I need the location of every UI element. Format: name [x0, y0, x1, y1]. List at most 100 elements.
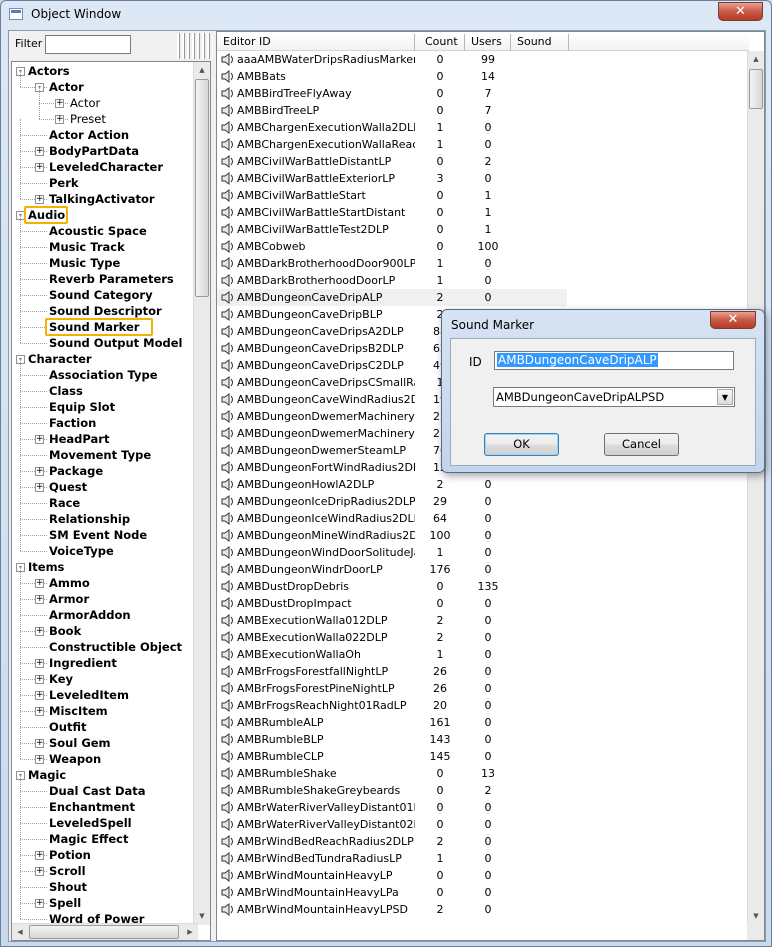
tree-item[interactable]: Relationship [49, 511, 130, 527]
tree-item[interactable]: Quest [49, 479, 87, 495]
tree-item[interactable]: Scroll [49, 863, 86, 879]
expand-icon[interactable]: + [35, 659, 44, 668]
table-row[interactable]: AMBBats 0 14 [217, 68, 749, 85]
tree-item[interactable]: LeveledItem [49, 687, 129, 703]
tree-item[interactable]: Sound Category [49, 287, 153, 303]
column-sound[interactable]: Sound [511, 34, 569, 51]
tree-item[interactable]: Key [49, 671, 73, 687]
list-scroll-thumb[interactable] [749, 69, 763, 109]
tree-item[interactable]: MiscItem [49, 703, 108, 719]
table-row[interactable]: AMBrWaterRiverValleyDistant02LP 0 0 [217, 816, 749, 833]
expand-icon[interactable]: + [35, 195, 44, 204]
close-button[interactable]: ✕ [718, 2, 763, 21]
table-row[interactable]: AMBrWindMountainHeavyLPa 0 0 [217, 884, 749, 901]
table-row[interactable]: AMBrFrogsForestPineNightLP 26 0 [217, 680, 749, 697]
table-row[interactable]: AMBDungeonWindrDoorLP 176 0 [217, 561, 749, 578]
tree-item[interactable]: Actor [70, 95, 100, 111]
column-count[interactable]: Count [415, 34, 465, 51]
tree-item[interactable]: Magic [28, 767, 66, 783]
tree-item[interactable]: Ammo [49, 575, 90, 591]
splitter-grip[interactable] [177, 33, 213, 59]
table-row[interactable]: AMBExecutionWalla022DLP 2 0 [217, 629, 749, 646]
expand-icon[interactable]: + [35, 707, 44, 716]
table-row[interactable]: AMBExecutionWallaOh 1 0 [217, 646, 749, 663]
expand-icon[interactable]: + [35, 755, 44, 764]
object-list[interactable]: Editor ID Count Users Sound aaaAMBWaterD… [216, 31, 765, 941]
table-row[interactable]: AMBrFrogsReachNight01RadLP 20 0 [217, 697, 749, 714]
expand-icon[interactable]: + [35, 147, 44, 156]
table-row[interactable]: AMBDustDropDebris 0 135 [217, 578, 749, 595]
tree-item[interactable]: Book [49, 623, 81, 639]
table-row[interactable]: AMBExecutionWalla012DLP 2 0 [217, 612, 749, 629]
filter-input[interactable] [45, 35, 131, 54]
table-row[interactable]: AMBDarkBrotherhoodDoorLP 1 0 [217, 272, 749, 289]
expand-icon[interactable]: + [35, 483, 44, 492]
scroll-right-icon[interactable]: ▶ [182, 924, 198, 940]
tree-item[interactable]: Music Type [49, 255, 120, 271]
expand-icon[interactable]: + [35, 675, 44, 684]
table-row[interactable]: AMBDarkBrotherhoodDoor900LP 1 0 [217, 255, 749, 272]
table-row[interactable]: AMBDustDropImpact 0 0 [217, 595, 749, 612]
tree-item[interactable]: Ingredient [49, 655, 117, 671]
tree-item[interactable]: Items [28, 559, 64, 575]
expand-icon[interactable]: + [35, 435, 44, 444]
tree-item[interactable]: HeadPart [49, 431, 109, 447]
table-row[interactable]: AMBDungeonIceWindRadius2DLP 64 0 [217, 510, 749, 527]
ok-button[interactable]: OK [484, 433, 559, 456]
table-row[interactable]: AMBrWaterRiverValleyDistant01LP 0 0 [217, 799, 749, 816]
table-row[interactable]: AMBRumbleShakeGreybeards 0 2 [217, 782, 749, 799]
list-scroll-up-icon[interactable]: ▲ [748, 51, 764, 68]
table-row[interactable]: AMBDungeonMineWindRadius2D 100 0 [217, 527, 749, 544]
tree-item[interactable]: Faction [49, 415, 96, 431]
expand-icon[interactable]: + [35, 627, 44, 636]
table-row[interactable]: AMBChargenExecutionWalla2DLP 1 0 [217, 119, 749, 136]
tree-item[interactable]: Reverb Parameters [49, 271, 174, 287]
tree-item[interactable]: Race [49, 495, 80, 511]
table-row[interactable]: AMBCivilWarBattleTest2DLP 0 1 [217, 221, 749, 238]
tree-item[interactable]: Sound Descriptor [49, 303, 162, 319]
table-row[interactable]: aaaAMBWaterDripsRadiusMarker... 0 99 [217, 51, 749, 68]
table-row[interactable]: AMBCobweb 0 100 [217, 238, 749, 255]
tree-item[interactable]: Shout [49, 879, 87, 895]
tree-item[interactable]: Actor Action [49, 127, 129, 143]
expand-icon[interactable]: + [35, 691, 44, 700]
tree-horizontal-scrollbar[interactable]: ◀ ▶ [12, 923, 198, 940]
expand-icon[interactable]: + [35, 851, 44, 860]
table-row[interactable]: AMBBirdTreeLP 0 7 [217, 102, 749, 119]
category-tree[interactable]: - Actors - Actor + Actor + Preset Actor Action + B… [11, 61, 211, 941]
tree-item[interactable]: Actor [49, 79, 84, 95]
tree-item[interactable]: Outfit [49, 719, 86, 735]
tree-item[interactable]: Preset [70, 111, 106, 127]
table-row[interactable]: AMBCivilWarBattleStart 0 1 [217, 187, 749, 204]
expand-icon[interactable]: + [35, 899, 44, 908]
tree-item[interactable]: Dual Cast Data [49, 783, 146, 799]
tree-item[interactable]: Music Track [49, 239, 125, 255]
tree-item[interactable]: Magic Effect [49, 831, 128, 847]
tree-item[interactable]: Sound Output Model [49, 335, 183, 351]
table-row[interactable]: AMBrFrogsForestfallNightLP 26 0 [217, 663, 749, 680]
tree-item[interactable]: VoiceType [49, 543, 114, 559]
tree-item[interactable]: Movement Type [49, 447, 151, 463]
column-users[interactable]: Users [465, 34, 511, 51]
table-row[interactable]: AMBRumbleALP 161 0 [217, 714, 749, 731]
tree-item[interactable]: SM Event Node [49, 527, 147, 543]
table-row[interactable]: AMBRumbleBLP 143 0 [217, 731, 749, 748]
tree-hscroll-thumb[interactable] [29, 925, 179, 939]
title-bar[interactable]: Object Window ✕ [1, 1, 771, 29]
sound-descriptor-dropdown[interactable]: AMBDungeonCaveDripALPSD ▼ [493, 387, 735, 407]
tree-item[interactable]: Equip Slot [49, 399, 115, 415]
table-row[interactable]: AMBRumbleCLP 145 0 [217, 748, 749, 765]
tree-item[interactable]: Soul Gem [49, 735, 111, 751]
table-row[interactable]: AMBDungeonWindDoorSolitudeJa... 1 0 [217, 544, 749, 561]
table-row[interactable]: AMBChargenExecutionWallaReac... 1 0 [217, 136, 749, 153]
table-row[interactable]: AMBBirdTreeFlyAway 0 7 [217, 85, 749, 102]
tree-item[interactable]: Spell [49, 895, 81, 911]
table-row[interactable]: AMBCivilWarBattleStartDistant 0 1 [217, 204, 749, 221]
tree-item[interactable]: Acoustic Space [49, 223, 147, 239]
expand-icon[interactable]: + [35, 467, 44, 476]
table-row[interactable]: AMBCivilWarBattleExteriorLP 3 0 [217, 170, 749, 187]
table-row[interactable]: AMBDungeonCaveDripALP 2 0 [217, 289, 567, 306]
tree-item[interactable]: Association Type [49, 367, 158, 383]
column-editor-id[interactable]: Editor ID [217, 34, 415, 51]
tree-item[interactable]: Enchantment [49, 799, 135, 815]
